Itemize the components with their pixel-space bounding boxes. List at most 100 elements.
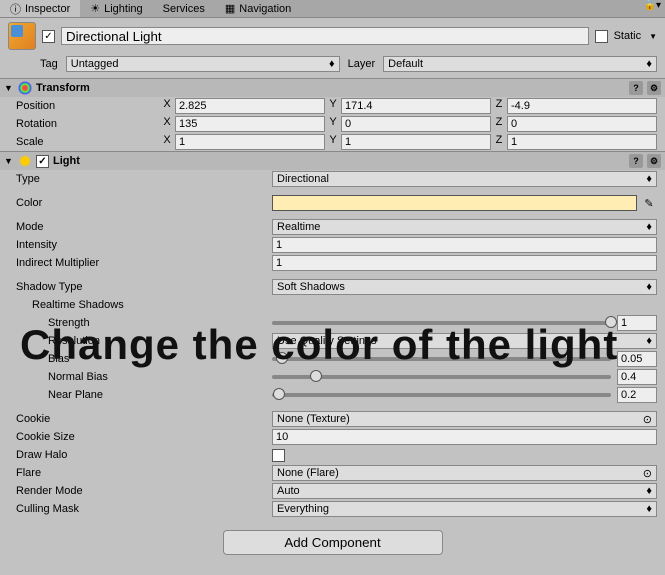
type-dropdown[interactable]: Directional♦: [272, 171, 657, 187]
light-component: ▼ Light ? ⚙ TypeDirectional♦ Color✎ Mode…: [0, 151, 665, 518]
transform-header[interactable]: ▼ Transform ? ⚙: [0, 79, 665, 97]
info-icon: ⓘ: [10, 1, 21, 17]
cookie-size-input[interactable]: [272, 429, 657, 445]
intensity-label: Intensity: [8, 239, 268, 251]
indirect-input[interactable]: [272, 255, 657, 271]
static-dropdown-arrow[interactable]: ▼: [649, 32, 657, 41]
light-header[interactable]: ▼ Light ? ⚙: [0, 152, 665, 170]
tab-lighting[interactable]: ☀Lighting: [80, 0, 152, 17]
field-value: None (Texture): [277, 413, 350, 425]
render-mode-dropdown[interactable]: Auto ♦: [272, 483, 657, 499]
tag-layer-row: Tag Untagged♦ Layer Default♦: [0, 54, 665, 78]
tag-dropdown[interactable]: Untagged ♦: [66, 56, 340, 72]
position-z-input[interactable]: [507, 98, 657, 114]
object-picker-icon[interactable]: ⊙: [643, 413, 652, 426]
chevron-icon: ♦: [646, 58, 652, 70]
scale-x-input[interactable]: [175, 134, 325, 150]
foldout-icon[interactable]: ▼: [4, 156, 14, 166]
transform-icon: [18, 81, 32, 95]
near-plane-value[interactable]: [617, 387, 657, 403]
chevron-icon: ♦: [646, 221, 652, 233]
type-label: Type: [8, 173, 268, 185]
x-label: X: [161, 116, 173, 132]
mode-dropdown[interactable]: Realtime ♦: [272, 219, 657, 235]
tab-services[interactable]: Services: [153, 0, 215, 17]
object-name-input[interactable]: [61, 27, 589, 45]
y-label: Y: [327, 134, 339, 150]
object-picker-icon[interactable]: ⊙: [643, 467, 652, 480]
culling-mask-dropdown[interactable]: Everything♦: [272, 501, 657, 517]
z-label: Z: [493, 134, 505, 150]
tab-label: Inspector: [25, 3, 70, 15]
strength-slider[interactable]: [272, 321, 611, 325]
shadow-type-dropdown[interactable]: Soft Shadows♦: [272, 279, 657, 295]
active-checkbox[interactable]: [42, 30, 55, 43]
x-label: X: [161, 98, 173, 114]
bias-value[interactable]: [617, 351, 657, 367]
dropdown-value: Use Quality Settings: [277, 335, 377, 347]
position-label: Position: [8, 100, 157, 112]
rotation-label: Rotation: [8, 118, 157, 130]
add-component-button[interactable]: Add Component: [223, 530, 443, 555]
rotation-z-input[interactable]: [507, 116, 657, 132]
foldout-icon[interactable]: ▼: [4, 83, 14, 93]
gameobject-icon[interactable]: [8, 22, 36, 50]
dropdown-value: Directional: [277, 173, 329, 185]
chevron-icon: ♦: [329, 58, 335, 70]
cookie-field[interactable]: None (Texture) ⊙: [272, 411, 657, 427]
chevron-icon: ♦: [646, 503, 652, 515]
dropdown-value: Auto: [277, 485, 300, 497]
draw-halo-checkbox[interactable]: [272, 449, 285, 462]
color-swatch[interactable]: [272, 195, 637, 211]
chevron-icon: ♦: [646, 335, 652, 347]
z-label: Z: [493, 116, 505, 132]
tab-inspector[interactable]: ⓘ Inspector: [0, 0, 80, 17]
x-label: X: [161, 134, 173, 150]
rotation-y-input[interactable]: [341, 116, 491, 132]
scale-label: Scale: [8, 136, 157, 148]
bias-slider[interactable]: [272, 357, 611, 361]
mode-label: Mode: [8, 221, 268, 233]
scale-y-input[interactable]: [341, 134, 491, 150]
static-checkbox[interactable]: [595, 30, 608, 43]
tag-label: Tag: [40, 58, 58, 70]
tab-label: Services: [163, 3, 205, 15]
z-label: Z: [493, 98, 505, 114]
strength-value[interactable]: [617, 315, 657, 331]
draw-halo-label: Draw Halo: [8, 449, 268, 461]
chevron-icon: ♦: [646, 485, 652, 497]
position-x-input[interactable]: [175, 98, 325, 114]
intensity-input[interactable]: [272, 237, 657, 253]
strength-label: Strength: [8, 317, 268, 329]
cookie-label: Cookie: [8, 413, 268, 425]
position-y-input[interactable]: [341, 98, 491, 114]
rotation-x-input[interactable]: [175, 116, 325, 132]
gear-icon[interactable]: ⚙: [647, 154, 661, 168]
field-value: None (Flare): [277, 467, 339, 479]
cookie-size-label: Cookie Size: [8, 431, 268, 443]
eyedropper-icon[interactable]: ✎: [641, 195, 657, 211]
scale-z-input[interactable]: [507, 134, 657, 150]
normal-bias-value[interactable]: [617, 369, 657, 385]
light-enabled-checkbox[interactable]: [36, 155, 49, 168]
nav-icon: ▦: [225, 2, 235, 15]
flare-field[interactable]: None (Flare) ⊙: [272, 465, 657, 481]
static-label: Static: [614, 30, 642, 42]
normal-bias-slider[interactable]: [272, 375, 611, 379]
dropdown-value: Realtime: [277, 221, 320, 233]
near-plane-label: Near Plane: [8, 389, 268, 401]
color-label: Color: [8, 197, 268, 209]
near-plane-slider[interactable]: [272, 393, 611, 397]
tab-navigation[interactable]: ▦Navigation: [215, 0, 301, 17]
help-icon[interactable]: ?: [629, 154, 643, 168]
lock-icon[interactable]: 🔒▾: [644, 0, 665, 17]
layer-dropdown[interactable]: Default♦: [383, 56, 657, 72]
culling-mask-label: Culling Mask: [8, 503, 268, 515]
resolution-label: Resolution: [8, 335, 268, 347]
tag-value: Untagged: [71, 58, 119, 70]
gear-icon[interactable]: ⚙: [647, 81, 661, 95]
object-header: Static ▼: [0, 18, 665, 54]
help-icon[interactable]: ?: [629, 81, 643, 95]
resolution-dropdown[interactable]: Use Quality Settings ♦: [272, 333, 657, 349]
bias-label: Bias: [8, 353, 268, 365]
